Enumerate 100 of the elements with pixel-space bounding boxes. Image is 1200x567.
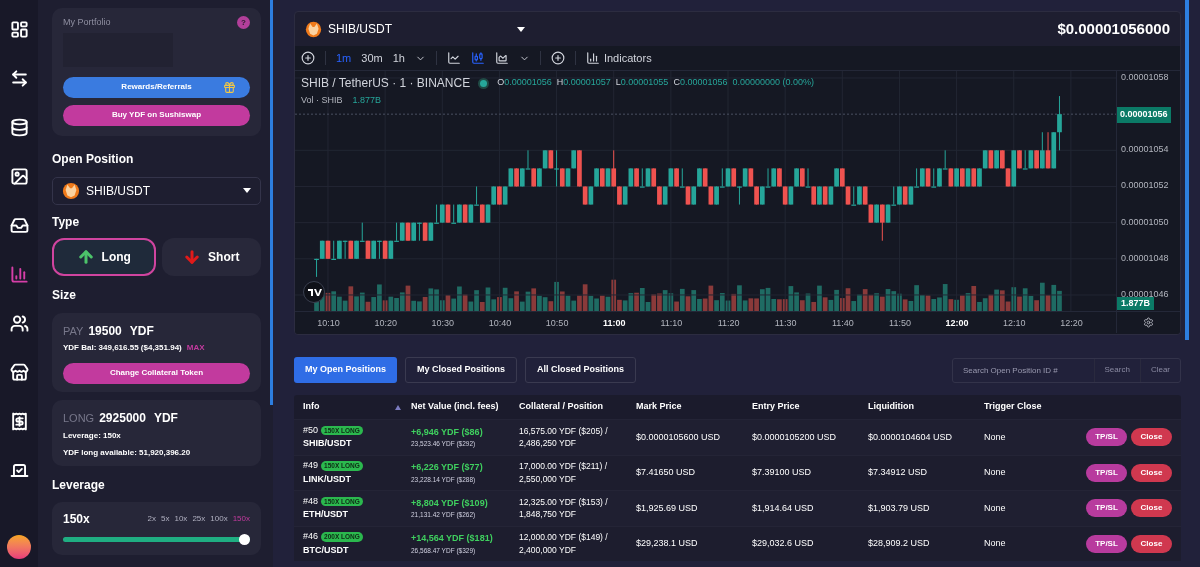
area-chart-icon[interactable]: [494, 51, 509, 65]
column-header[interactable]: Trigger Close: [984, 400, 1042, 414]
column-header[interactable]: Entry Price: [752, 400, 800, 414]
swap-icon: [9, 68, 29, 88]
scrollbar[interactable]: [1185, 0, 1189, 340]
mark-price: $0.0000105600 USD: [636, 430, 722, 444]
scrollbar[interactable]: [270, 0, 273, 405]
section-heading: Leverage: [52, 476, 106, 494]
card-title: My Portfolio: [63, 16, 111, 29]
caret-icon: [243, 188, 251, 193]
short-button[interactable]: Short: [161, 237, 261, 276]
pair-selector[interactable]: SHIB/USDT: [305, 20, 525, 38]
close-position-button[interactable]: Close: [1131, 499, 1172, 518]
candlestick-icon[interactable]: [470, 51, 485, 65]
collateral-value: 17,000.00 YDF ($211) /: [519, 460, 609, 473]
rewards-button[interactable]: Rewards/Referrals: [63, 76, 250, 98]
entry-price: $0.0000105200 USD: [752, 430, 838, 444]
positions-tab[interactable]: My Open Positions: [294, 357, 397, 383]
tpsl-button[interactable]: TP/SL: [1086, 428, 1127, 447]
people-icon: [9, 313, 29, 333]
mark-price: $7.41650 USD: [636, 466, 697, 479]
close-position-button[interactable]: Close: [1131, 534, 1172, 553]
time-tick: 12:10: [1002, 317, 1027, 330]
interval-button[interactable]: 30m: [361, 49, 383, 67]
search-field[interactable]: Search Open Position ID #: [953, 358, 1094, 382]
change-collateral-button[interactable]: Change Collateral Token: [63, 362, 250, 384]
time-tick: 11:40: [830, 317, 855, 330]
long-button[interactable]: Long: [52, 237, 156, 276]
leverage-preset[interactable]: 5x: [161, 512, 170, 525]
positions-tab[interactable]: All Closed Positions: [525, 357, 637, 383]
time-tick: 11:10: [659, 317, 684, 330]
tpsl-button[interactable]: TP/SL: [1086, 534, 1127, 553]
interval-button[interactable]: 1h: [392, 49, 405, 67]
current-price: $0.00001056000: [1057, 18, 1170, 39]
leverage-value: 150x: [63, 510, 90, 528]
entry-price: $1,914.64 USD: [752, 501, 815, 515]
avatar[interactable]: [7, 535, 31, 559]
buy-button[interactable]: Buy YDF on Sushiswap: [63, 104, 250, 126]
tpsl-button[interactable]: TP/SL: [1086, 499, 1127, 518]
caret-icon: [517, 26, 525, 32]
settings-icon[interactable]: [1143, 317, 1154, 328]
entry-price: $7.39100 USD: [752, 466, 813, 479]
leverage-preset[interactable]: 25x: [192, 512, 206, 525]
column-header[interactable]: Net Value (incl. fees): [411, 400, 499, 414]
position-size: 2,486,250 YDF: [519, 437, 578, 450]
close-position-button[interactable]: Close: [1131, 428, 1172, 447]
image-icon: [9, 166, 29, 186]
position-pair: ETH/USDT: [303, 508, 349, 522]
time-tick: 11:50: [888, 317, 912, 330]
column-header[interactable]: Liquidition: [868, 400, 914, 414]
position-pair: LINK/USDT: [303, 472, 352, 486]
last-volume-label: 1.877B: [1117, 296, 1155, 310]
tpsl-button[interactable]: TP/SL: [1086, 463, 1127, 482]
sort-icon[interactable]: [395, 404, 401, 410]
section-heading: Size: [52, 286, 77, 304]
trigger-close: None: [984, 501, 1007, 515]
position-size: 2,400,000 YDF: [519, 543, 578, 557]
mark-price: $1,925.69 USD: [636, 501, 699, 515]
price-tick: 0.00001058: [1121, 71, 1169, 84]
time-tick: 11:00: [602, 317, 627, 330]
clear-button[interactable]: Clear: [1139, 358, 1180, 382]
time-tick: 10:10: [316, 317, 341, 330]
store-icon: [9, 362, 29, 382]
long-unit: YDF: [153, 409, 178, 427]
leverage-preset[interactable]: 100x: [210, 512, 228, 525]
time-tick: 10:50: [544, 317, 570, 330]
inbox-icon: [9, 215, 29, 235]
indicators-button[interactable]: Indicators: [585, 49, 652, 67]
nav-button[interactable]: [8, 361, 30, 383]
close-position-button[interactable]: Close: [1131, 463, 1172, 482]
time-tick: 10:40: [487, 317, 513, 330]
positions-tab[interactable]: My Closed Positions: [405, 357, 518, 383]
search-button[interactable]: Search: [1093, 358, 1140, 382]
time-tick: 10:20: [373, 317, 398, 330]
last-price-label: 0.00001056: [1117, 107, 1171, 123]
ohlc-value: H0.00001057: [556, 76, 611, 90]
pay-unit: YDF: [129, 322, 154, 340]
pair-dropdown[interactable]: SHIB/USDT: [52, 176, 261, 205]
net-value: +6,226 YDF ($77): [411, 461, 484, 475]
database-icon: [9, 117, 29, 137]
liquidation-price: $1,903.79 USD: [868, 501, 931, 515]
search-box[interactable]: Search Open Position ID # Search Clear: [952, 357, 1181, 383]
nav-button[interactable]: [8, 116, 30, 138]
column-header[interactable]: Collateral / Position: [519, 400, 603, 414]
time-tick: 12:20: [1059, 317, 1084, 330]
nav-button[interactable]: [8, 312, 30, 334]
receipt-icon: [9, 411, 29, 431]
compare-icon[interactable]: [550, 51, 565, 65]
slider-thumb[interactable]: [239, 533, 250, 545]
collateral-value: 12,000.00 YDF ($149) /: [519, 531, 609, 544]
column-header[interactable]: Mark Price: [636, 400, 682, 414]
leverage-preset[interactable]: 2x: [147, 512, 156, 525]
ohlc-value: C0.00001056: [673, 76, 728, 90]
nav-button[interactable]: [8, 18, 30, 40]
leverage-preset[interactable]: 10x: [174, 512, 188, 525]
long-label: LONG: [63, 410, 95, 426]
add-icon[interactable]: [301, 51, 315, 65]
column-header[interactable]: Info: [303, 400, 320, 414]
interval-button[interactable]: 1m: [336, 49, 352, 67]
nav-button[interactable]: [8, 165, 30, 187]
